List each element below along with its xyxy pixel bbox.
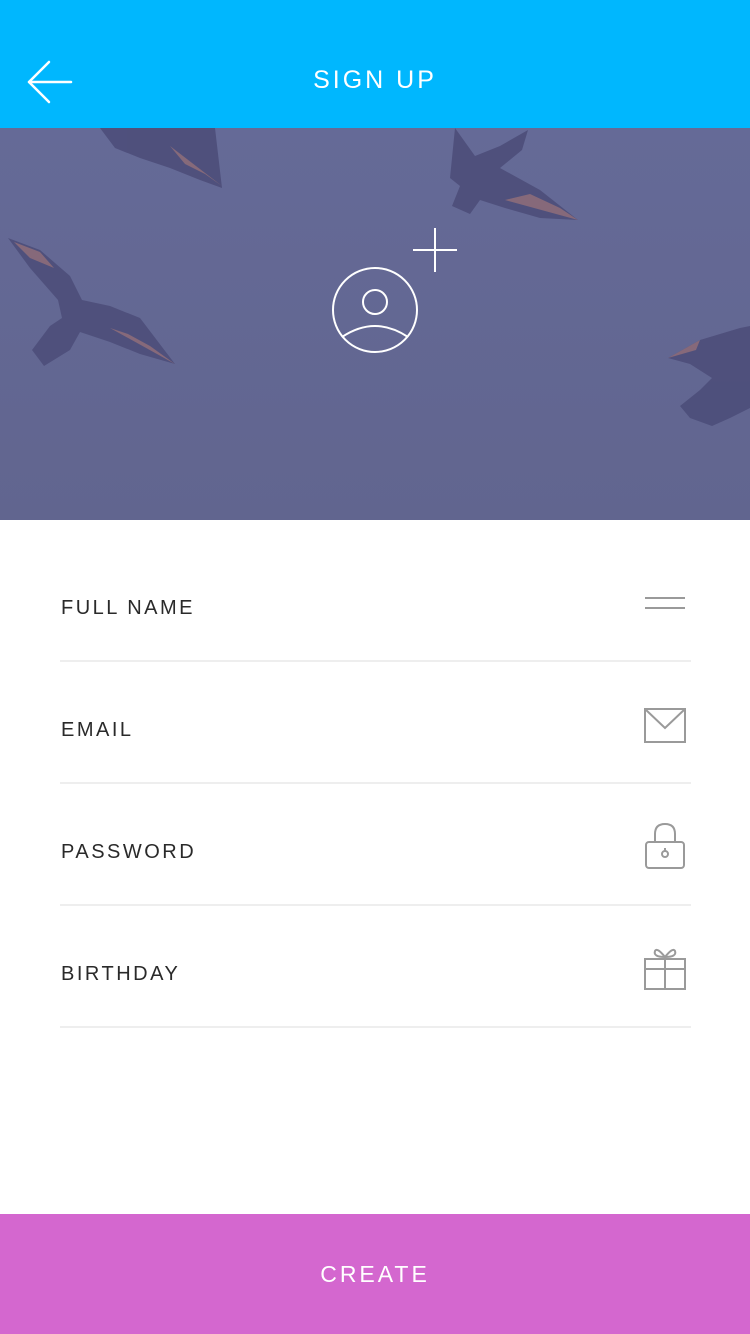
create-button[interactable]: CREATE xyxy=(0,1214,750,1334)
add-photo-button[interactable] xyxy=(410,226,460,274)
plus-icon xyxy=(413,228,457,272)
field-icon-wrapper xyxy=(643,580,687,628)
birthday-field[interactable]: BIRTHDAY xyxy=(60,906,691,1028)
full-name-label: FULL NAME xyxy=(61,597,196,619)
user-circle-icon xyxy=(332,267,418,353)
signup-form: FULL NAME EMAIL PASSWORD BIRTHDAY xyxy=(60,540,691,1028)
envelope-icon xyxy=(644,708,686,743)
password-field[interactable]: PASSWORD xyxy=(60,784,691,906)
birthday-label: BIRTHDAY xyxy=(61,963,181,985)
full-name-field[interactable]: FULL NAME xyxy=(60,540,691,662)
email-label: EMAIL xyxy=(61,719,134,741)
field-icon-wrapper xyxy=(643,822,687,870)
field-icon-wrapper xyxy=(643,702,687,750)
gift-icon xyxy=(644,948,686,990)
field-icon-wrapper xyxy=(643,944,687,992)
name-lines-icon xyxy=(645,597,685,609)
lock-icon xyxy=(645,822,685,869)
page-title: SIGN UP xyxy=(313,66,437,94)
profile-avatar-button[interactable] xyxy=(330,265,420,355)
password-label: PASSWORD xyxy=(61,841,197,863)
profile-photo-area xyxy=(0,128,750,520)
email-field[interactable]: EMAIL xyxy=(60,662,691,784)
header-bar: SIGN UP xyxy=(0,0,750,128)
signup-screen: SIGN UP FULL NAME EMAIL PASSWORD BIRTHDA… xyxy=(0,0,750,1334)
